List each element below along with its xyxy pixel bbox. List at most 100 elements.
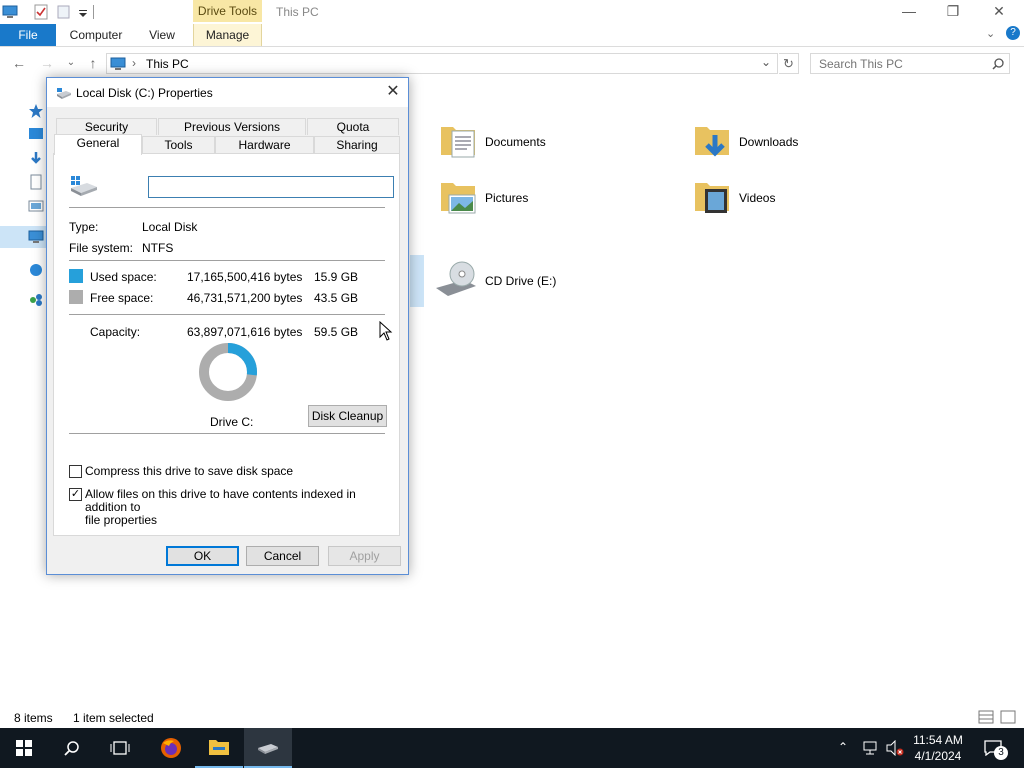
tab-file[interactable]: File xyxy=(0,24,56,46)
search-input[interactable] xyxy=(811,54,981,73)
divider xyxy=(69,260,385,261)
quick-access-star-icon[interactable] xyxy=(28,103,44,119)
compress-drive-checkbox[interactable] xyxy=(69,465,82,478)
qat-separator xyxy=(93,5,94,19)
drive-cd-e[interactable]: CD Drive (E:) xyxy=(434,260,634,308)
cancel-button[interactable]: Cancel xyxy=(246,546,319,566)
tab-manage[interactable]: Manage xyxy=(193,24,262,46)
capacity-bytes: 63,897,071,616 bytes xyxy=(187,325,303,339)
address-bar[interactable]: › This PC ⌄ xyxy=(106,53,778,74)
properties-icon[interactable] xyxy=(33,4,49,20)
expand-ribbon-icon[interactable]: ⌄ xyxy=(986,27,995,40)
used-space-label: Used space: xyxy=(90,270,157,284)
forward-button[interactable]: → xyxy=(38,54,56,72)
tab-computer[interactable]: Computer xyxy=(62,24,130,46)
large-icons-view-icon[interactable] xyxy=(1000,710,1016,724)
used-space-bytes: 17,165,500,416 bytes xyxy=(187,270,303,284)
clock[interactable]: 11:54 AM 4/1/2024 xyxy=(905,732,971,764)
windows-logo-icon xyxy=(16,740,32,756)
drive-letter-label: Drive C: xyxy=(210,415,254,429)
disk-usage-donut-chart xyxy=(199,343,257,401)
close-window-button[interactable]: ✕ xyxy=(976,0,1022,24)
divider xyxy=(69,207,385,208)
tab-quota[interactable]: Quota xyxy=(307,118,399,135)
folder-pictures[interactable]: Pictures xyxy=(439,177,639,225)
ok-button[interactable]: OK xyxy=(166,546,239,566)
folder-videos[interactable]: Videos xyxy=(693,177,893,225)
search-icon xyxy=(992,58,1004,70)
pictures-icon[interactable] xyxy=(28,198,44,214)
action-center-button[interactable]: 3 xyxy=(980,728,1024,768)
tab-security[interactable]: Security xyxy=(56,118,157,135)
volume-label-input[interactable] xyxy=(148,176,394,198)
start-button[interactable] xyxy=(0,728,48,768)
ribbon-tabs: File Computer View Manage ⌄ ? xyxy=(0,24,1024,47)
folder-downloads[interactable]: Downloads xyxy=(693,121,893,169)
tab-tools[interactable]: Tools xyxy=(142,136,215,153)
customize-qat-icon[interactable] xyxy=(76,4,92,20)
compress-drive-label[interactable]: Compress this drive to save disk space xyxy=(85,465,293,478)
window-title: This PC xyxy=(276,5,319,19)
desktop-icon[interactable] xyxy=(28,126,44,142)
volume-muted-icon[interactable] xyxy=(885,740,905,756)
tab-view[interactable]: View xyxy=(140,24,184,46)
taskbar-firefox[interactable] xyxy=(146,728,194,768)
divider xyxy=(69,314,385,315)
dialog-title: Local Disk (C:) Properties xyxy=(76,86,213,100)
refresh-button[interactable]: ↻ xyxy=(779,53,799,74)
dialog-close-button[interactable]: ✕ xyxy=(380,81,406,103)
task-view-icon xyxy=(110,741,130,755)
up-button[interactable]: ↑ xyxy=(84,54,102,72)
downloads-icon[interactable] xyxy=(28,150,44,166)
clock-time: 11:54 AM xyxy=(913,733,963,747)
help-icon[interactable]: ? xyxy=(1006,26,1020,40)
allow-indexing-checkbox[interactable]: ✓ xyxy=(69,488,82,501)
taskbar-file-explorer[interactable] xyxy=(195,728,243,768)
clock-date: 4/1/2024 xyxy=(914,749,962,763)
network-icon[interactable] xyxy=(862,740,880,756)
taskbar-drive-properties[interactable] xyxy=(244,728,292,768)
breadcrumb[interactable]: This PC xyxy=(146,57,189,71)
homegroup-icon[interactable] xyxy=(28,292,44,308)
drive-label: CD Drive (E:) xyxy=(485,274,557,288)
file-system-label: File system: xyxy=(69,241,134,255)
notification-count-badge: 3 xyxy=(994,746,1008,760)
capacity-gb: 59.5 GB xyxy=(314,325,359,339)
task-view-button[interactable] xyxy=(96,728,144,768)
show-hidden-icons-icon[interactable]: ⌃ xyxy=(838,740,848,754)
tab-sharing[interactable]: Sharing xyxy=(314,136,400,153)
tab-hardware[interactable]: Hardware xyxy=(215,136,314,153)
firefox-icon xyxy=(161,738,181,758)
search-box[interactable] xyxy=(810,53,1010,74)
folder-documents[interactable]: Documents xyxy=(439,121,639,169)
capacity-label: Capacity: xyxy=(90,325,141,339)
drive-tools-header: Drive Tools xyxy=(193,0,262,22)
new-folder-icon[interactable] xyxy=(56,4,72,20)
back-button[interactable]: ← xyxy=(10,54,28,72)
allow-indexing-label[interactable]: Allow files on this drive to have conten… xyxy=(85,488,399,527)
local-disk-icon xyxy=(71,176,97,196)
recent-locations-icon[interactable]: ⌄ xyxy=(62,54,80,72)
allow-indexing-label-line2: file properties xyxy=(85,513,158,527)
this-pc-icon[interactable] xyxy=(28,229,44,245)
cd-drive-icon xyxy=(436,261,476,296)
pictures-folder-icon xyxy=(441,183,476,214)
breadcrumb-chevron-icon: › xyxy=(132,56,136,70)
address-dropdown-icon[interactable]: ⌄ xyxy=(761,55,771,69)
tab-previous-versions[interactable]: Previous Versions xyxy=(158,118,306,135)
drive-icon xyxy=(57,88,71,99)
apply-button[interactable]: Apply xyxy=(328,546,401,566)
restore-button[interactable]: ❐ xyxy=(930,0,976,24)
taskbar-search-button[interactable] xyxy=(48,728,96,768)
status-selection: 1 item selected xyxy=(73,711,154,725)
drive-icon xyxy=(258,744,278,754)
folder-label: Pictures xyxy=(485,191,529,205)
free-space-gb: 43.5 GB xyxy=(314,291,359,305)
minimize-button[interactable]: — xyxy=(886,0,932,24)
details-view-icon[interactable] xyxy=(978,710,994,724)
network-icon[interactable] xyxy=(28,262,44,278)
documents-icon[interactable] xyxy=(28,174,44,190)
divider xyxy=(69,433,385,434)
disk-cleanup-button[interactable]: Disk Cleanup xyxy=(308,405,387,427)
tab-general[interactable]: General xyxy=(54,134,142,155)
